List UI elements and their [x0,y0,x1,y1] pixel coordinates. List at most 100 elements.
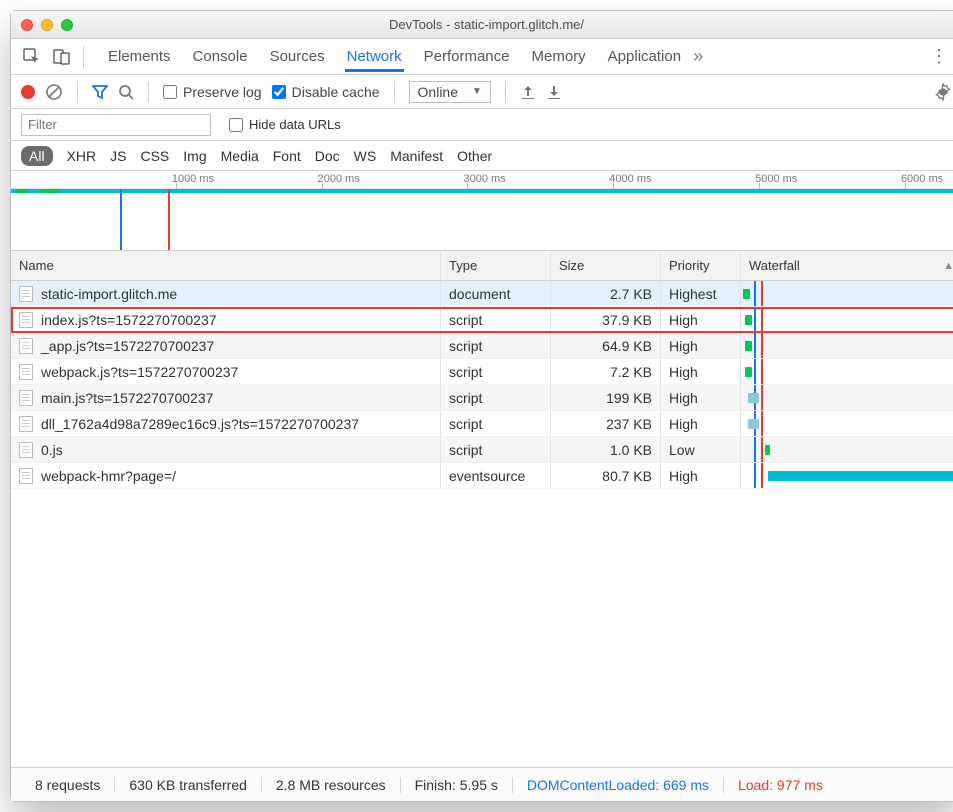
type-filter-js[interactable]: JS [110,148,126,164]
request-waterfall [741,281,953,306]
request-size: 199 KB [551,385,661,410]
file-icon [19,390,33,406]
request-type: script [441,307,551,332]
request-size: 80.7 KB [551,463,661,488]
devtools-menu-button[interactable]: ⋮ [924,46,953,67]
filter-toggle-icon[interactable] [92,84,108,100]
timeline-tick-label: 6000 ms [901,173,943,185]
search-icon[interactable] [118,84,134,100]
disable-cache-checkbox[interactable]: Disable cache [272,84,380,100]
request-name: static-import.glitch.me [41,286,177,302]
request-size: 1.0 KB [551,437,661,462]
footer-load: Load: 977 ms [724,777,837,793]
col-priority[interactable]: Priority [661,251,741,280]
request-size: 237 KB [551,411,661,436]
tab-console[interactable]: Console [191,42,250,71]
network-table-header: Name Type Size Priority Waterfall ▲ [11,251,953,281]
table-row[interactable]: dll_1762a4d98a7289ec16c9.js?ts=157227070… [11,411,953,437]
request-waterfall [741,307,953,332]
request-type: script [441,333,551,358]
devtools-tabs-row: Elements Console Sources Network Performance… [11,39,953,75]
network-toolbar: Preserve log Disable cache Online ▼ [11,75,953,109]
request-name: _app.js?ts=1572270700237 [41,338,214,354]
timeline-tick-label: 5000 ms [755,173,797,185]
throttling-select[interactable]: Online ▼ [409,81,491,103]
type-filter-all[interactable]: All [21,146,53,166]
request-waterfall [741,463,953,488]
clear-button[interactable] [45,83,63,101]
timeline-tick-label: 4000 ms [609,173,651,185]
disable-cache-label: Disable cache [292,84,380,100]
request-type: script [441,385,551,410]
tab-memory[interactable]: Memory [530,42,588,71]
type-filter-other[interactable]: Other [457,148,492,164]
col-name[interactable]: Name [11,251,441,280]
download-har-icon[interactable] [546,84,562,100]
request-priority: High [661,307,741,332]
type-filter-xhr[interactable]: XHR [67,148,97,164]
network-table-body: static-import.glitch.medocument2.7 KBHig… [11,281,953,767]
table-row[interactable]: static-import.glitch.me document2.7 KBHig… [11,281,953,307]
request-type: document [441,281,551,306]
footer-requests: 8 requests [21,777,115,793]
resource-type-filters: All XHR JS CSS Img Media Font Doc WS Manifest Othe… [11,141,953,171]
tab-application[interactable]: Application [606,42,683,71]
table-row[interactable]: webpack-hmr?page=/ eventsource80.7 KBHigh [11,463,953,489]
type-filter-manifest[interactable]: Manifest [390,148,443,164]
request-priority: Highest [661,281,741,306]
request-waterfall [741,411,953,436]
timeline-tick-label: 1000 ms [172,173,214,185]
type-filter-img[interactable]: Img [183,148,206,164]
request-size: 2.7 KB [551,281,661,306]
hide-data-urls-checkbox[interactable]: Hide data URLs [229,117,341,132]
type-filter-css[interactable]: CSS [140,148,169,164]
file-icon [19,286,33,302]
table-row[interactable]: main.js?ts=1572270700237script199 KBHigh [11,385,953,411]
window-titlebar: DevTools - static-import.glitch.me/ [11,11,953,39]
more-tabs-button[interactable]: » [687,46,709,67]
record-button[interactable] [21,85,35,99]
type-filter-font[interactable]: Font [273,148,301,164]
request-priority: High [661,463,741,488]
window-title: DevTools - static-import.glitch.me/ [11,17,953,32]
request-type: script [441,437,551,462]
type-filter-doc[interactable]: Doc [315,148,340,164]
table-row[interactable]: index.js?ts=1572270700237script37.9 KBHi… [11,307,953,333]
file-icon [19,364,33,380]
upload-har-icon[interactable] [520,84,536,100]
request-size: 37.9 KB [551,307,661,332]
timeline-overview[interactable]: 1000 ms2000 ms3000 ms4000 ms5000 ms6000 … [11,171,953,251]
request-priority: High [661,333,741,358]
filter-input[interactable] [21,114,211,136]
col-type[interactable]: Type [441,251,551,280]
hide-data-urls-label: Hide data URLs [249,117,341,132]
tab-network[interactable]: Network [345,42,404,72]
col-waterfall[interactable]: Waterfall ▲ [741,251,953,280]
col-size[interactable]: Size [551,251,661,280]
file-icon [19,416,33,432]
footer-transferred: 630 KB transferred [115,777,262,793]
chevron-down-icon: ▼ [472,86,482,97]
file-icon [19,442,33,458]
settings-icon[interactable] [934,83,952,101]
request-type: eventsource [441,463,551,488]
device-toolbar-icon[interactable] [49,44,75,70]
table-row[interactable]: 0.jsscript1.0 KBLow [11,437,953,463]
tab-elements[interactable]: Elements [106,42,173,71]
request-priority: Low [661,437,741,462]
footer-dcl: DOMContentLoaded: 669 ms [513,777,724,793]
tab-performance[interactable]: Performance [422,42,512,71]
tab-sources[interactable]: Sources [268,42,327,71]
table-row[interactable]: webpack.js?ts=1572270700237script7.2 KBH… [11,359,953,385]
table-row[interactable]: _app.js?ts=1572270700237script64.9 KBHig… [11,333,953,359]
type-filter-media[interactable]: Media [221,148,259,164]
preserve-log-checkbox[interactable]: Preserve log [163,84,262,100]
request-waterfall [741,437,953,462]
request-priority: High [661,411,741,436]
request-name: main.js?ts=1572270700237 [41,390,213,406]
inspect-element-icon[interactable] [19,44,45,70]
footer-finish: Finish: 5.95 s [401,777,513,793]
type-filter-ws[interactable]: WS [354,148,377,164]
filter-row: Hide data URLs [11,109,953,141]
request-name: webpack-hmr?page=/ [41,468,176,484]
